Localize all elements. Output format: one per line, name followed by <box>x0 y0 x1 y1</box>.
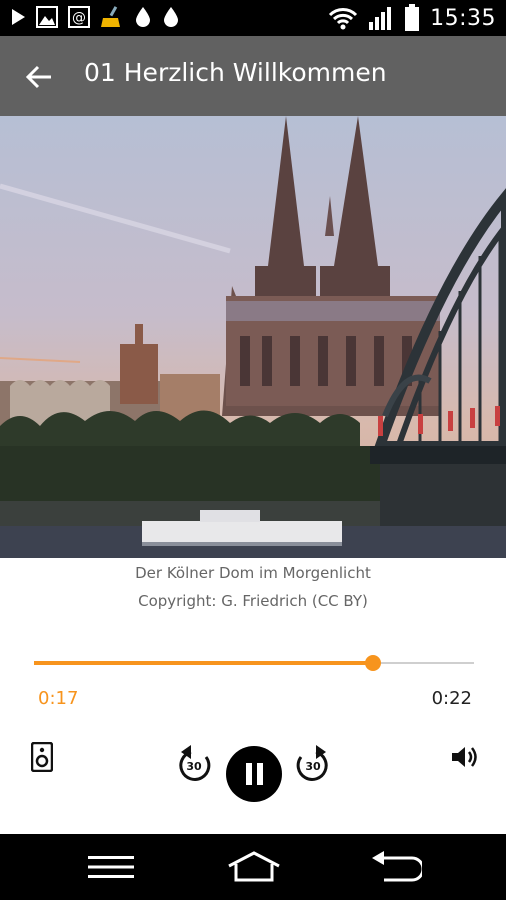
battery-icon <box>405 4 420 31</box>
seek-progress <box>34 661 373 665</box>
system-icons: 15:35 <box>328 4 496 32</box>
at-icon: @ <box>68 6 90 28</box>
notification-icons: @ <box>10 6 180 28</box>
cathedral-photo <box>0 116 506 558</box>
menu-icon[interactable] <box>88 855 134 879</box>
pause-icon <box>246 763 263 785</box>
forward-label: 30 <box>305 760 321 773</box>
photo-copyright: Copyright: G. Friedrich (CC BY) <box>138 592 368 610</box>
elapsed-time: 0:17 <box>38 688 79 709</box>
wifi-icon <box>329 8 358 30</box>
drop-icon <box>164 7 178 27</box>
arrow-left-icon[interactable] <box>24 62 54 92</box>
page-title: 01 Herzlich Willkommen <box>84 58 387 87</box>
status-time: 15:35 <box>430 5 496 31</box>
back-icon[interactable] <box>370 850 422 884</box>
drop-icon <box>136 7 150 27</box>
seek-bar[interactable] <box>34 655 474 671</box>
seek-thumb[interactable] <box>365 655 381 671</box>
status-bar: @ 15:35 <box>0 0 506 36</box>
total-time: 0:22 <box>431 688 472 709</box>
system-nav-bar <box>0 834 506 900</box>
play-icon <box>12 9 25 25</box>
photo-caption: Der Kölner Dom im Morgenlicht <box>135 564 371 582</box>
rewind-30-button[interactable]: 30 <box>175 743 213 785</box>
broom-icon <box>101 6 120 27</box>
volume-icon[interactable] <box>450 744 480 770</box>
play-pause-button[interactable] <box>226 746 282 802</box>
forward-30-button[interactable]: 30 <box>294 743 332 785</box>
rewind-label: 30 <box>186 760 202 773</box>
svg-text:@: @ <box>72 10 86 26</box>
image-icon <box>36 6 58 28</box>
home-icon[interactable] <box>226 850 282 884</box>
signal-icon <box>369 7 392 30</box>
speaker-device-icon[interactable] <box>31 742 53 772</box>
app-bar: 01 Herzlich Willkommen <box>0 36 506 116</box>
